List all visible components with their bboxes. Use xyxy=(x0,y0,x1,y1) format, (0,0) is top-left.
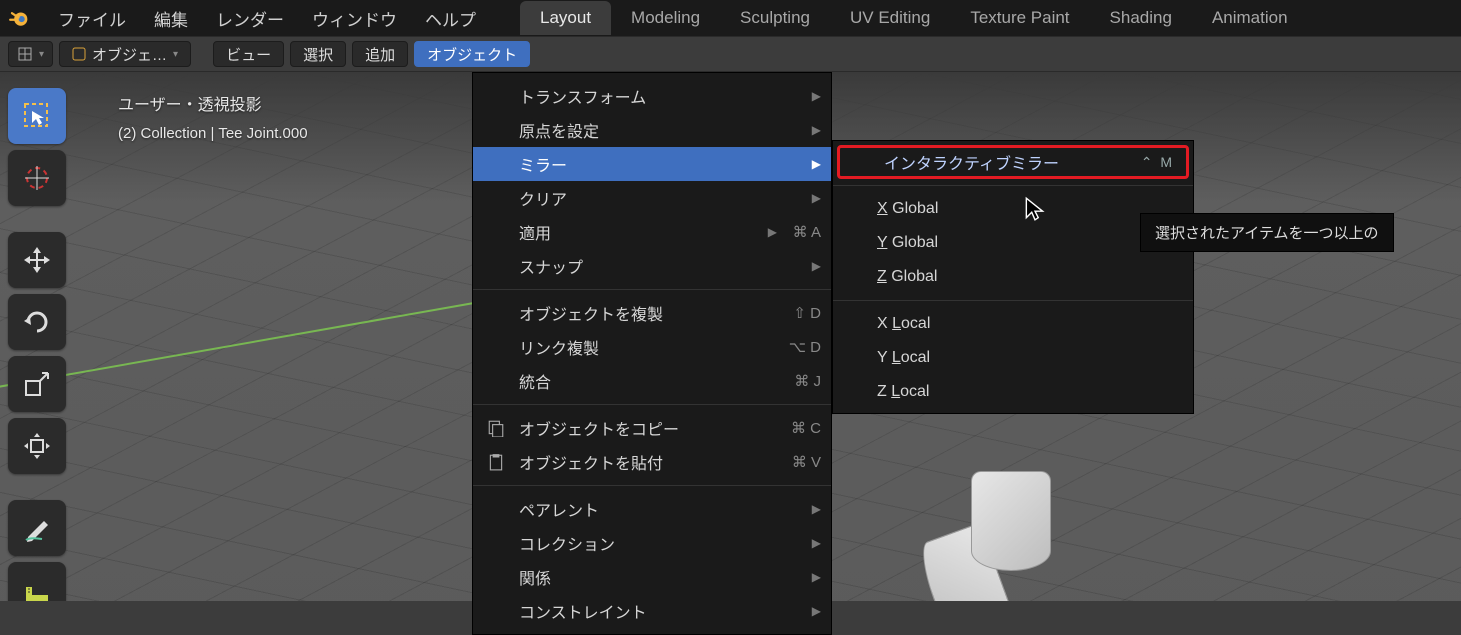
tab-modeling[interactable]: Modeling xyxy=(611,1,720,35)
menu-separator xyxy=(833,185,1193,186)
mirror-submenu[interactable]: インタラクティブミラー ⌃ M X Global Y Global Z Glob… xyxy=(832,140,1194,414)
menu-render[interactable]: レンダー xyxy=(202,0,298,37)
copy-icon xyxy=(487,419,505,437)
mode-label: オブジェ… xyxy=(92,44,167,65)
submenu-arrow-icon: ▶ xyxy=(812,536,821,550)
menu-item-interactive-mirror[interactable]: インタラクティブミラー ⌃ M xyxy=(840,148,1186,176)
submenu-arrow-icon: ▶ xyxy=(768,225,777,239)
shortcut-label: ⌘ C xyxy=(791,419,821,437)
grid-icon xyxy=(17,46,33,62)
menu-item-copy-objects[interactable]: オブジェクトをコピー⌘ C xyxy=(473,411,831,445)
menu-item-apply[interactable]: 適用⌘ A▶ xyxy=(473,215,831,249)
measure-icon xyxy=(22,575,52,601)
menu-item-mirror-y-global[interactable]: Y Global xyxy=(833,226,1193,260)
menu-item-set-origin[interactable]: 原点を設定▶ xyxy=(473,113,831,147)
shortcut-label: ⌘ V xyxy=(792,453,821,471)
transform-icon xyxy=(22,431,52,461)
tab-texture-paint[interactable]: Texture Paint xyxy=(950,1,1089,35)
view-projection-label: ユーザー・透視投影 xyxy=(118,92,308,120)
shortcut-label: ⌘ J xyxy=(794,372,821,390)
tool-transform[interactable] xyxy=(8,418,66,474)
menu-window[interactable]: ウィンドウ xyxy=(298,0,411,37)
tool-rotate[interactable] xyxy=(8,294,66,350)
tab-uv-editing[interactable]: UV Editing xyxy=(830,1,950,35)
submenu-arrow-icon: ▶ xyxy=(812,89,821,103)
menu-file[interactable]: ファイル xyxy=(44,0,140,37)
shortcut-label: ⌃ M xyxy=(1141,154,1174,171)
tool-scale[interactable] xyxy=(8,356,66,412)
menu-item-duplicate-linked[interactable]: リンク複製⌥ D xyxy=(473,330,831,364)
menu-item-mirror-z-local[interactable]: Z Local xyxy=(833,375,1193,409)
menu-item-mirror[interactable]: ミラー▶ xyxy=(473,147,831,181)
menu-item-transform[interactable]: トランスフォーム▶ xyxy=(473,79,831,113)
header-add-button[interactable]: 追加 xyxy=(352,41,408,67)
chevron-down-icon: ▾ xyxy=(39,49,44,60)
menu-separator xyxy=(473,404,831,405)
move-icon xyxy=(22,245,52,275)
menu-item-join[interactable]: 統合⌘ J xyxy=(473,364,831,398)
tool-column xyxy=(8,88,66,601)
header-object-button[interactable]: オブジェクト xyxy=(414,41,530,67)
submenu-arrow-icon: ▶ xyxy=(812,570,821,584)
mesh-tee-joint[interactable] xyxy=(911,461,1091,601)
header-select-button[interactable]: 選択 xyxy=(290,41,346,67)
menu-item-collection[interactable]: コレクション▶ xyxy=(473,526,831,560)
scale-icon xyxy=(22,369,52,399)
submenu-arrow-icon: ▶ xyxy=(812,259,821,273)
menu-item-mirror-y-local[interactable]: Y Local xyxy=(833,341,1193,375)
mode-dropdown[interactable]: オブジェ… ▾ xyxy=(59,41,191,67)
submenu-arrow-icon: ▶ xyxy=(812,604,821,618)
menu-item-constraints[interactable]: コンストレイント▶ xyxy=(473,594,831,628)
header-view-button[interactable]: ビュー xyxy=(213,41,284,67)
menu-separator xyxy=(833,300,1193,301)
shortcut-label: ⌥ D xyxy=(789,338,821,356)
menu-item-duplicate[interactable]: オブジェクトを複製⇧ D xyxy=(473,296,831,330)
tool-move[interactable] xyxy=(8,232,66,288)
editor-type-dropdown[interactable]: ▾ xyxy=(8,41,53,67)
blender-logo-icon xyxy=(8,7,30,29)
shortcut-label: ⇧ D xyxy=(793,304,821,322)
viewport-header: ▾ オブジェ… ▾ ビュー 選択 追加 オブジェクト xyxy=(0,36,1461,72)
menu-item-paste-objects[interactable]: オブジェクトを貼付⌘ V xyxy=(473,445,831,479)
tool-annotate[interactable] xyxy=(8,500,66,556)
top-menubar: ファイル 編集 レンダー ウィンドウ ヘルプ Layout Modeling S… xyxy=(0,0,1461,36)
tool-measure[interactable] xyxy=(8,562,66,601)
tooltip-text: 選択されたアイテムを一つ以上の xyxy=(1155,225,1379,242)
object-menu[interactable]: トランスフォーム▶ 原点を設定▶ ミラー▶ クリア▶ 適用⌘ A▶ スナップ▶ … xyxy=(472,72,832,635)
menu-edit[interactable]: 編集 xyxy=(140,0,202,37)
menu-item-snap[interactable]: スナップ▶ xyxy=(473,249,831,283)
paste-icon xyxy=(487,453,505,471)
menu-item-relations[interactable]: 関係▶ xyxy=(473,560,831,594)
rotate-icon xyxy=(22,307,52,337)
tab-layout[interactable]: Layout xyxy=(520,1,611,35)
submenu-arrow-icon: ▶ xyxy=(812,157,821,171)
menu-item-mirror-z-global[interactable]: Z Global xyxy=(833,260,1193,294)
shortcut-label: ⌘ A xyxy=(793,223,821,241)
tab-sculpting[interactable]: Sculpting xyxy=(720,1,830,35)
tool-select-box[interactable] xyxy=(8,88,66,144)
tab-animation[interactable]: Animation xyxy=(1192,1,1308,35)
submenu-arrow-icon: ▶ xyxy=(812,502,821,516)
tool-cursor[interactable] xyxy=(8,150,66,206)
menu-item-mirror-x-global[interactable]: X Global xyxy=(833,192,1193,226)
workspace-tabs: Layout Modeling Sculpting UV Editing Tex… xyxy=(520,1,1308,35)
menu-separator xyxy=(473,289,831,290)
object-mode-icon xyxy=(72,47,86,61)
tab-shading[interactable]: Shading xyxy=(1090,1,1192,35)
submenu-arrow-icon: ▶ xyxy=(812,123,821,137)
tooltip: 選択されたアイテムを一つ以上の xyxy=(1140,213,1394,252)
menu-item-mirror-x-local[interactable]: X Local xyxy=(833,307,1193,341)
select-box-icon xyxy=(22,101,52,131)
viewport-overlay-info: ユーザー・透視投影 (2) Collection | Tee Joint.000 xyxy=(118,92,308,148)
menu-item-clear[interactable]: クリア▶ xyxy=(473,181,831,215)
menu-item-parent[interactable]: ペアレント▶ xyxy=(473,492,831,526)
active-object-label: (2) Collection | Tee Joint.000 xyxy=(118,120,308,148)
menu-help[interactable]: ヘルプ xyxy=(411,0,490,37)
highlight-box-interactive-mirror: インタラクティブミラー ⌃ M xyxy=(837,145,1189,179)
annotate-icon xyxy=(22,513,52,543)
submenu-arrow-icon: ▶ xyxy=(812,191,821,205)
chevron-down-icon: ▾ xyxy=(173,49,178,60)
menu-separator xyxy=(473,485,831,486)
cursor-3d-icon xyxy=(22,163,52,193)
